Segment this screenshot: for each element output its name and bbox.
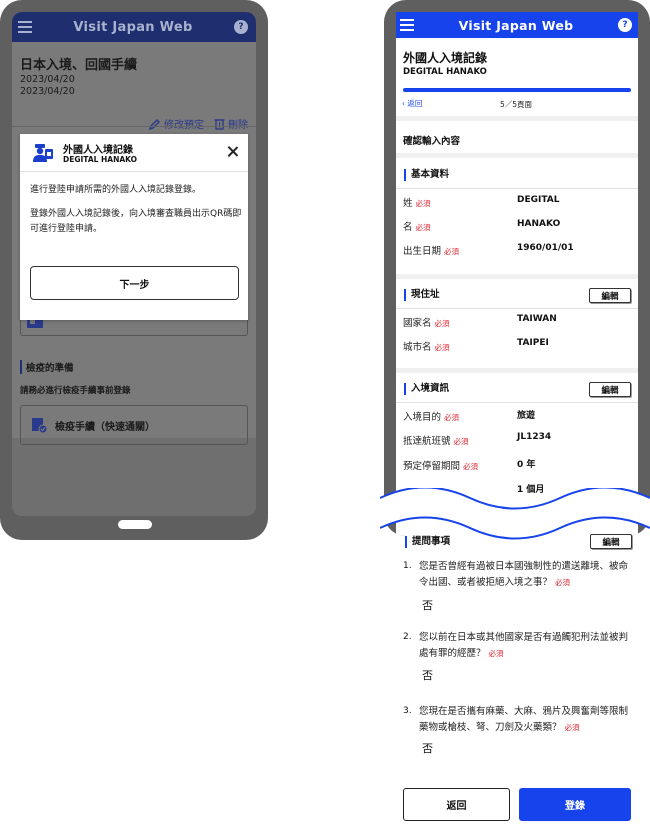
modal-subtitle: DEGITAL HANAKO [63,155,138,164]
page-title: 外國人入境記錄 [403,51,488,65]
edit-questions-button[interactable]: 編輯 [590,534,632,549]
question-answer: 否 [422,742,433,755]
delete-plan-label: 刪除 [228,116,248,131]
field-label-last-name: 姓必須 [403,198,431,209]
edit-plan-button[interactable]: 修改預定 [149,116,204,131]
right-phone-frame: Visit Japan Web ? 外國人入境記錄 DEGITAL HANAKO… [384,0,650,536]
next-button[interactable]: 下一步 [30,266,239,300]
page-title: 日本入境、回國手續 [20,58,138,73]
quarantine-procedure-card[interactable]: 檢疫手續（快速通關） [20,405,248,445]
field-value-purpose: 旅遊 [517,411,536,421]
hamburger-menu-icon[interactable] [400,19,414,31]
basic-info-heading: 基本資料 [404,169,449,181]
field-label-flight: 抵達航班號 必須 [403,436,469,447]
immigration-officer-icon [33,144,53,162]
question-answer: 否 [422,599,433,612]
progress-bar [403,88,631,92]
field-value-flight: JL1234 [517,432,552,442]
home-indicator [118,520,152,529]
quarantine-note: 請務必進行檢疫手續事前登錄 [20,386,131,396]
edit-address-button[interactable]: 編輯 [589,288,631,303]
submit-button[interactable]: 登錄 [519,788,631,821]
quarantine-section-heading: 檢疫的準備 [20,360,74,374]
page-subtitle: DEGITAL HANAKO [403,67,487,77]
app-title: Visit Japan Web [73,19,193,35]
modal-description: 進行登陸申請所需的外國人入境記錄登錄。 [30,185,202,195]
question-number: 2. [403,632,412,642]
edit-plan-label: 修改預定 [164,116,204,131]
close-icon[interactable] [227,146,238,157]
field-label-first-name: 名必須 [403,222,431,233]
trash-icon [214,118,225,130]
plan-actions: 修改預定 刪除 [149,116,248,131]
divider [396,402,638,403]
divider [12,126,256,127]
help-icon[interactable]: ? [618,18,632,32]
section-gap [396,368,638,373]
field-value-country: TAIWAN [517,314,557,324]
field-label-country: 國家名 必須 [403,318,450,329]
confirm-heading: 確認輸入內容 [403,136,461,147]
hamburger-menu-icon[interactable] [18,21,32,33]
question-text: 您是否曾經有過被日本國強制性的遣送離境、被命令出國、或者被拒絕入境之事？ 必須 [419,561,629,588]
back-button[interactable]: 返回 [403,788,510,821]
quarantine-procedure-label: 檢疫手續（快速通關） [55,421,155,433]
field-label-birth-date: 出生日期 必須 [403,246,460,257]
divider [396,308,638,309]
left-phone-frame: Visit Japan Web ? 日本入境、回國手續 2023/04/20 2… [0,0,268,540]
field-value-stay-years: 0 年 [517,460,536,470]
field-value-first-name: HANAKO [517,219,561,229]
app-header: Visit Japan Web ? [12,12,256,42]
question-number: 1. [403,561,412,571]
right-phone-screen: Visit Japan Web ? 外國人入境記錄 DEGITAL HANAKO… [396,12,638,536]
section-gap [396,116,638,121]
edit-entry-info-button[interactable]: 編輯 [589,382,631,397]
field-value-birth-date: 1960/01/01 [517,243,574,253]
questions-heading: 提問事項 [405,536,450,548]
modal-title: 外國人入境記錄 [63,145,133,156]
field-label-purpose: 入境目的 必須 [403,412,460,423]
entry-info-heading: 入境資訊 [404,383,449,395]
dimmed-bottom-area [12,438,256,516]
question-answer: 否 [422,669,433,682]
app-title: Visit Japan Web [458,17,574,33]
section-gap [396,274,638,279]
field-label-city: 城市名 必須 [403,342,450,353]
delete-plan-button[interactable]: 刪除 [214,116,248,131]
help-icon[interactable]: ? [234,20,248,34]
modal-header: 外國人入境記錄 DEGITAL HANAKO [20,134,248,172]
quarantine-document-icon [32,418,47,433]
modal-instructions: 登錄外國人入境記錄後，向入境審查職員出示QR碼即可進行登陸申請。 [30,209,242,234]
pencil-icon [149,118,160,130]
entry-date: 2023/04/20 [20,74,75,85]
back-link[interactable]: ‹ 返回 [402,98,422,109]
field-value-city: TAIPEI [517,338,549,348]
page-indicator: 5／5頁面 [500,100,533,109]
return-date: 2023/04/20 [20,86,75,97]
section-gap [396,153,638,158]
field-label-stay-period: 預定停留期間 必須 [403,461,479,472]
question-text: 您現在是否攜有麻藥、大麻、鴉片及興奮劑等限制藥物或槍枝、弩、刀劍及火藥類？ 必須 [419,706,629,733]
divider [396,188,638,189]
question-number: 3. [403,706,412,716]
address-heading: 現住址 [404,289,440,301]
question-text: 您以前在日本或其他國家是否有過觸犯刑法並被判處有罪的經歷？ 必須 [419,632,629,659]
back-link-label: 返回 [407,99,423,108]
foreigner-entry-record-modal: 外國人入境記錄 DEGITAL HANAKO 進行登陸申請所需的外國人入境記錄登… [20,134,248,320]
app-header: Visit Japan Web ? [396,12,638,38]
field-value-last-name: DEGITAL [517,195,560,205]
